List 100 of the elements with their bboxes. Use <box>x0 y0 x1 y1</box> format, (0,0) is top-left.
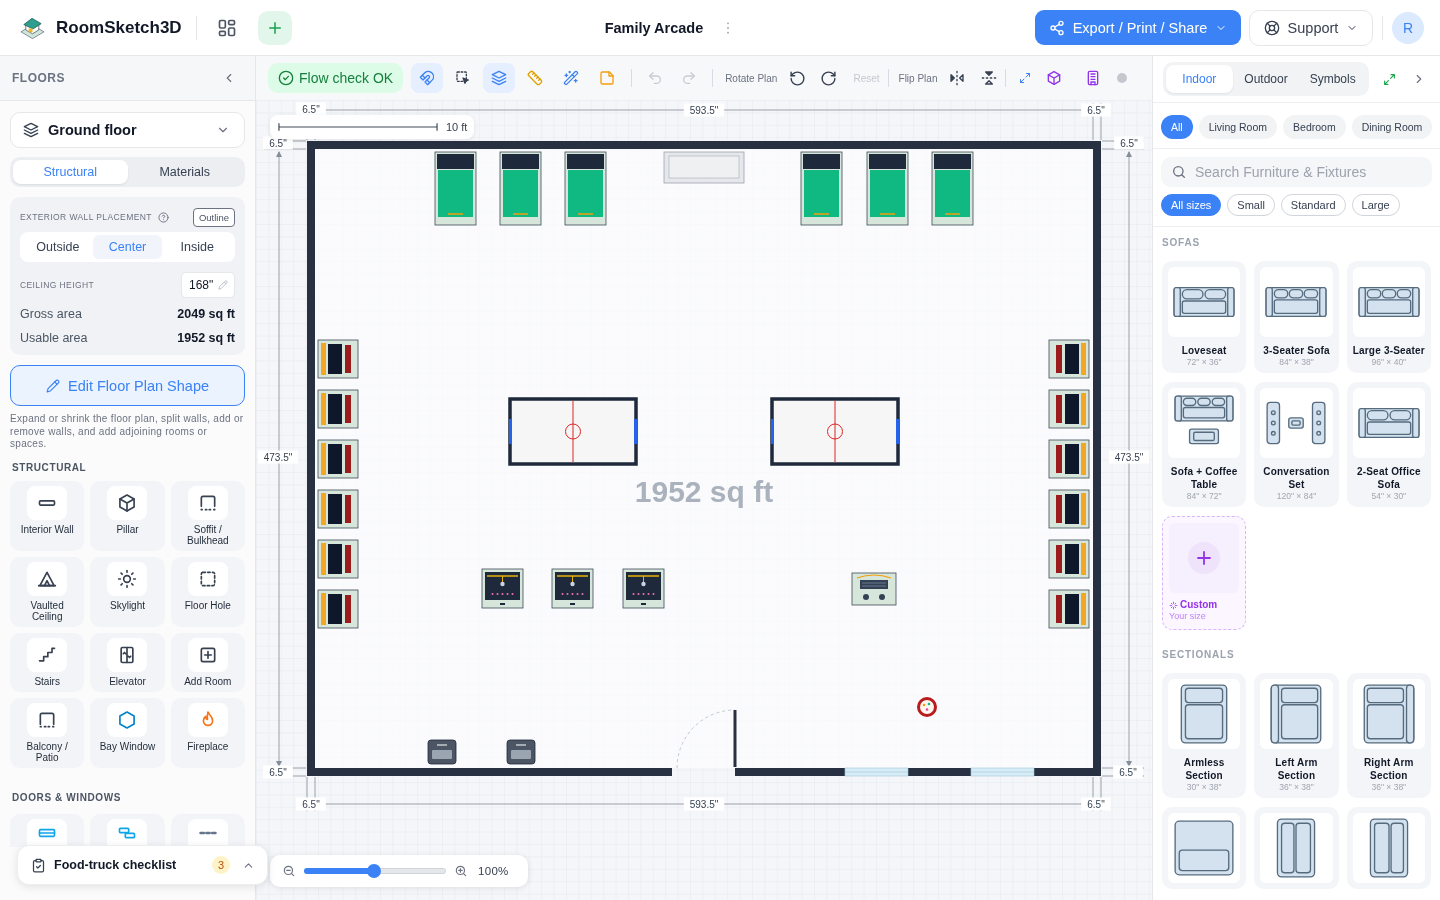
placement-option[interactable]: Inside <box>162 235 232 259</box>
tool-button[interactable]: Add Room <box>170 632 245 692</box>
dotted-square-icon <box>187 485 228 520</box>
support-button[interactable]: Support <box>1249 9 1373 46</box>
furniture-card[interactable]: Right Arm Section 36" × 38" <box>1346 673 1431 798</box>
flip-plan-label: Flip Plan <box>898 72 938 84</box>
window <box>970 767 1035 777</box>
category-chip[interactable]: Bedroom <box>1283 115 1346 139</box>
dashed-square-icon <box>187 561 228 596</box>
library-tab[interactable]: Indoor <box>1166 65 1233 93</box>
library-tab[interactable]: Symbols <box>1299 65 1366 93</box>
size-chip[interactable]: All sizes <box>1161 194 1222 216</box>
sectional-icon <box>1168 813 1241 883</box>
game-machine <box>317 439 359 479</box>
outline-button[interactable]: Outline <box>192 207 235 227</box>
tool-button[interactable]: Bay Window <box>90 697 165 768</box>
tool-button[interactable] <box>90 813 165 847</box>
window-icon <box>27 818 68 847</box>
game-machine <box>317 339 359 379</box>
tool-button[interactable]: Balcony / Patio <box>10 697 85 768</box>
redo-icon <box>681 70 698 86</box>
tool-button[interactable]: Interior Wall <box>10 480 85 551</box>
clipboard-icon <box>31 857 46 873</box>
tool-button[interactable]: Stairs <box>10 632 85 692</box>
add-button[interactable] <box>257 10 292 45</box>
placement-option[interactable]: Outside <box>23 235 93 259</box>
furniture-card[interactable]: Left Arm Section 36" × 38" <box>1254 673 1339 798</box>
rotate-left-icon[interactable] <box>789 69 807 87</box>
sofa-icon <box>1168 267 1241 337</box>
sliding-window-icon <box>107 818 148 847</box>
furniture-card[interactable] <box>1162 807 1247 889</box>
furniture-card[interactable]: Conversation Set 120" × 84" <box>1254 382 1339 507</box>
furniture-card[interactable]: 2-Seat Office Sofa 54" × 30" <box>1346 382 1431 507</box>
lifebuoy-icon <box>1263 19 1280 36</box>
tool-button[interactable]: Floor Hole <box>170 556 245 627</box>
furniture-card[interactable]: 3-Seater Sofa 84" × 38" <box>1254 261 1339 373</box>
flip-vertical-icon[interactable] <box>981 70 998 86</box>
game-machine <box>1048 439 1090 479</box>
custom-size-card[interactable]: Custom Your size <box>1162 516 1247 630</box>
furniture-card[interactable] <box>1254 807 1339 889</box>
checklist-button[interactable]: Food-truck checklist 3 <box>17 845 268 885</box>
size-chip[interactable]: Small <box>1227 194 1275 216</box>
expand-icon[interactable] <box>1019 72 1032 84</box>
cube-icon[interactable] <box>1046 70 1063 86</box>
export-button[interactable]: Export / Print / Share <box>1035 10 1241 45</box>
category-chip[interactable]: Dining Room <box>1351 115 1433 139</box>
sparkle-icon <box>1169 600 1178 610</box>
game-machine <box>1048 539 1090 579</box>
sofa-icon <box>1352 267 1425 337</box>
dashboard-icon[interactable] <box>216 17 237 38</box>
panel-tab[interactable]: Materials <box>127 160 242 184</box>
furniture-card[interactable]: Armless Section 30" × 38" <box>1162 673 1247 798</box>
floor-dropdown[interactable]: Ground floor <box>10 112 245 148</box>
zoom-out-icon[interactable] <box>282 864 296 878</box>
size-chip[interactable]: Standard <box>1280 194 1346 216</box>
size-chip[interactable]: Large <box>1351 194 1400 216</box>
tool-button[interactable]: Pillar <box>90 480 165 551</box>
help-icon[interactable] <box>157 211 169 223</box>
layers-icon <box>491 70 508 86</box>
expand-icon[interactable] <box>1383 72 1396 86</box>
game-machine <box>1048 389 1090 429</box>
furniture-card[interactable]: Sofa + Coffee Table 84" × 72" <box>1162 382 1247 507</box>
app-name: RoomSketch3D <box>56 17 182 38</box>
zoom-in-icon[interactable] <box>454 864 468 878</box>
panel-tab[interactable]: Structural <box>13 160 128 184</box>
search-field[interactable]: Search Furniture & Fixtures <box>1161 157 1432 187</box>
furniture-card[interactable]: Large 3-Seater 96" × 40" <box>1346 261 1431 373</box>
sofa-and-table-icon <box>1168 388 1241 458</box>
zoom-slider[interactable] <box>304 863 446 879</box>
flip-horizontal-icon[interactable] <box>949 70 966 86</box>
game-cabinet <box>481 568 524 609</box>
size-label: 54" × 30" <box>1371 491 1407 501</box>
ceiling-height-field[interactable]: 168" <box>181 272 235 298</box>
tool-button[interactable]: Fireplace <box>170 697 245 768</box>
window <box>844 767 909 777</box>
library-tab[interactable]: Outdoor <box>1232 65 1300 93</box>
rotate-right-icon[interactable] <box>820 69 838 87</box>
storage-bin <box>427 739 457 765</box>
category-chip[interactable]: All <box>1161 115 1193 139</box>
dotted-square-icon <box>27 702 68 737</box>
game-machine <box>1048 339 1090 379</box>
game-machine <box>317 489 359 529</box>
tool-button[interactable]: Skylight <box>90 556 165 627</box>
tool-button[interactable] <box>10 813 85 847</box>
category-chip[interactable]: Living Room <box>1198 115 1278 139</box>
magnet-icon <box>419 70 436 86</box>
section-title: STRUCTURAL <box>12 461 88 474</box>
check-circle-icon <box>278 70 294 86</box>
furniture-card[interactable]: Loveseat 72" × 36" <box>1162 261 1247 373</box>
sofa-icon <box>1352 388 1425 458</box>
slider-thumb[interactable] <box>366 864 381 878</box>
tool-button[interactable]: Soffit / Bulkhead <box>170 480 245 551</box>
tool-button[interactable]: Elevator <box>90 632 165 692</box>
furniture-card[interactable] <box>1346 807 1431 889</box>
tool-button[interactable]: Vaulted Ceiling <box>10 556 85 627</box>
note-icon <box>599 70 616 86</box>
ruler-icon <box>527 70 544 86</box>
dot-icon[interactable] <box>1117 73 1128 83</box>
furniture-name: Large 3-Seater <box>1352 344 1425 357</box>
furniture-name: Right Arm Section <box>1362 756 1415 782</box>
